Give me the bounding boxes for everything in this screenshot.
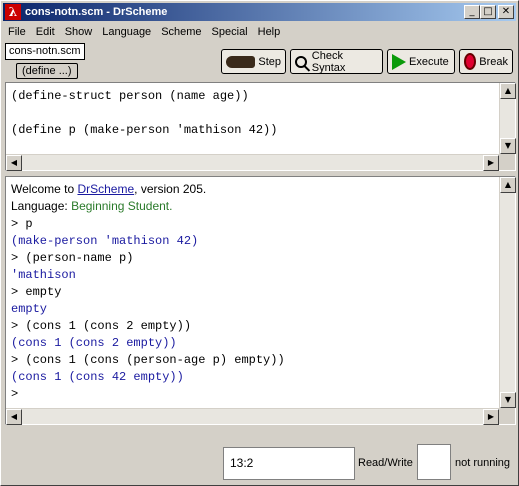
menu-bar: File Edit Show Language Scheme Special H… — [3, 23, 285, 41]
menu-scheme[interactable]: Scheme — [156, 26, 206, 38]
definition-line: (define p (make-person 'mathison 42)) — [11, 123, 278, 137]
vertical-scrollbar[interactable]: ▲ ▼ — [499, 177, 516, 408]
repl-prompt[interactable]: > — [11, 387, 18, 401]
cursor-position: 13:2 — [223, 447, 355, 480]
title-bar[interactable]: λ cons-notn.scm - DrScheme _ □ ✕ — [3, 3, 516, 21]
language-prefix: Language: — [11, 199, 72, 213]
stop-icon — [464, 53, 477, 70]
repl-input: > empty — [11, 285, 62, 299]
footprint-icon — [226, 55, 256, 68]
definition-line: (define-struct person (name age)) — [11, 89, 249, 103]
menu-file[interactable]: File — [3, 26, 31, 38]
language-line: Language: Beginning Student. — [11, 199, 173, 213]
scroll-up-icon[interactable]: ▲ — [500, 177, 516, 193]
break-label: Break — [479, 55, 508, 68]
menu-edit[interactable]: Edit — [31, 26, 60, 38]
horizontal-scrollbar[interactable]: ◀ ▶ — [6, 408, 499, 425]
repl-output: (cons 1 (cons 2 empty)) — [11, 336, 177, 350]
definitions-window[interactable]: (define-struct person (name age)) (defin… — [5, 82, 516, 171]
gc-indicator — [417, 444, 451, 480]
break-button[interactable]: Break — [459, 49, 513, 74]
drscheme-link[interactable]: DrScheme — [77, 182, 134, 196]
close-button[interactable]: ✕ — [498, 5, 514, 19]
scroll-up-icon[interactable]: ▲ — [500, 83, 516, 99]
welcome-line: Welcome to DrScheme, version 205. — [11, 182, 206, 196]
scroll-corner — [499, 408, 515, 424]
repl-output: (cons 1 (cons 42 empty)) — [11, 370, 184, 384]
welcome-suffix: , version 205. — [134, 182, 207, 196]
maximize-button[interactable]: □ — [480, 5, 496, 19]
scroll-down-icon[interactable]: ▼ — [500, 138, 516, 154]
menu-language[interactable]: Language — [97, 26, 156, 38]
check-syntax-label: Check Syntax — [311, 49, 346, 74]
repl-input: > (cons 1 (cons 2 empty)) — [11, 319, 192, 333]
repl-output: 'mathison — [11, 268, 76, 282]
drscheme-window: λ cons-notn.scm - DrScheme _ □ ✕ File Ed… — [0, 0, 519, 486]
running-status: not running — [455, 457, 511, 469]
menu-show[interactable]: Show — [60, 26, 98, 38]
drscheme-lambda-icon: λ — [5, 4, 21, 20]
language-suffix: . — [169, 199, 173, 213]
repl-output: empty — [11, 302, 48, 316]
menu-help[interactable]: Help — [253, 26, 286, 38]
welcome-prefix: Welcome to — [11, 182, 78, 196]
execute-label: Execute — [409, 55, 449, 68]
check-syntax-button[interactable]: Check Syntax — [290, 49, 383, 74]
window-controls: _ □ ✕ — [464, 5, 514, 19]
scroll-corner — [499, 154, 515, 170]
repl-output: (make-person 'mathison 42) — [11, 234, 199, 248]
menu-special[interactable]: Special — [207, 26, 253, 38]
step-button[interactable]: Step — [221, 49, 286, 74]
language-name: Beginning Student — [71, 199, 170, 213]
magnifier-icon — [295, 55, 307, 68]
play-icon — [392, 53, 406, 70]
scroll-right-icon[interactable]: ▶ — [483, 409, 499, 425]
step-label: Step — [258, 55, 281, 68]
repl-input: > (person-name p) — [11, 251, 134, 265]
scroll-left-icon[interactable]: ◀ — [6, 155, 22, 171]
window-title: cons-notn.scm - DrScheme — [25, 6, 168, 18]
read-write-status[interactable]: Read/Write — [358, 457, 413, 469]
interactions-window[interactable]: Welcome to DrScheme, version 205. Langua… — [5, 176, 516, 425]
repl-input: > (cons 1 (cons (person-age p) empty)) — [11, 353, 285, 367]
vertical-scrollbar[interactable]: ▲ ▼ — [499, 83, 516, 154]
horizontal-scrollbar[interactable]: ◀ ▶ — [6, 154, 499, 171]
file-name-button[interactable]: cons-notn.scm — [5, 43, 85, 60]
scroll-down-icon[interactable]: ▼ — [500, 392, 516, 408]
scroll-right-icon[interactable]: ▶ — [483, 155, 499, 171]
define-popup-menu[interactable]: (define ...) — [16, 63, 78, 79]
scroll-left-icon[interactable]: ◀ — [6, 409, 22, 425]
minimize-button[interactable]: _ — [464, 5, 480, 19]
repl-input: > p — [11, 217, 33, 231]
execute-button[interactable]: Execute — [387, 49, 455, 74]
